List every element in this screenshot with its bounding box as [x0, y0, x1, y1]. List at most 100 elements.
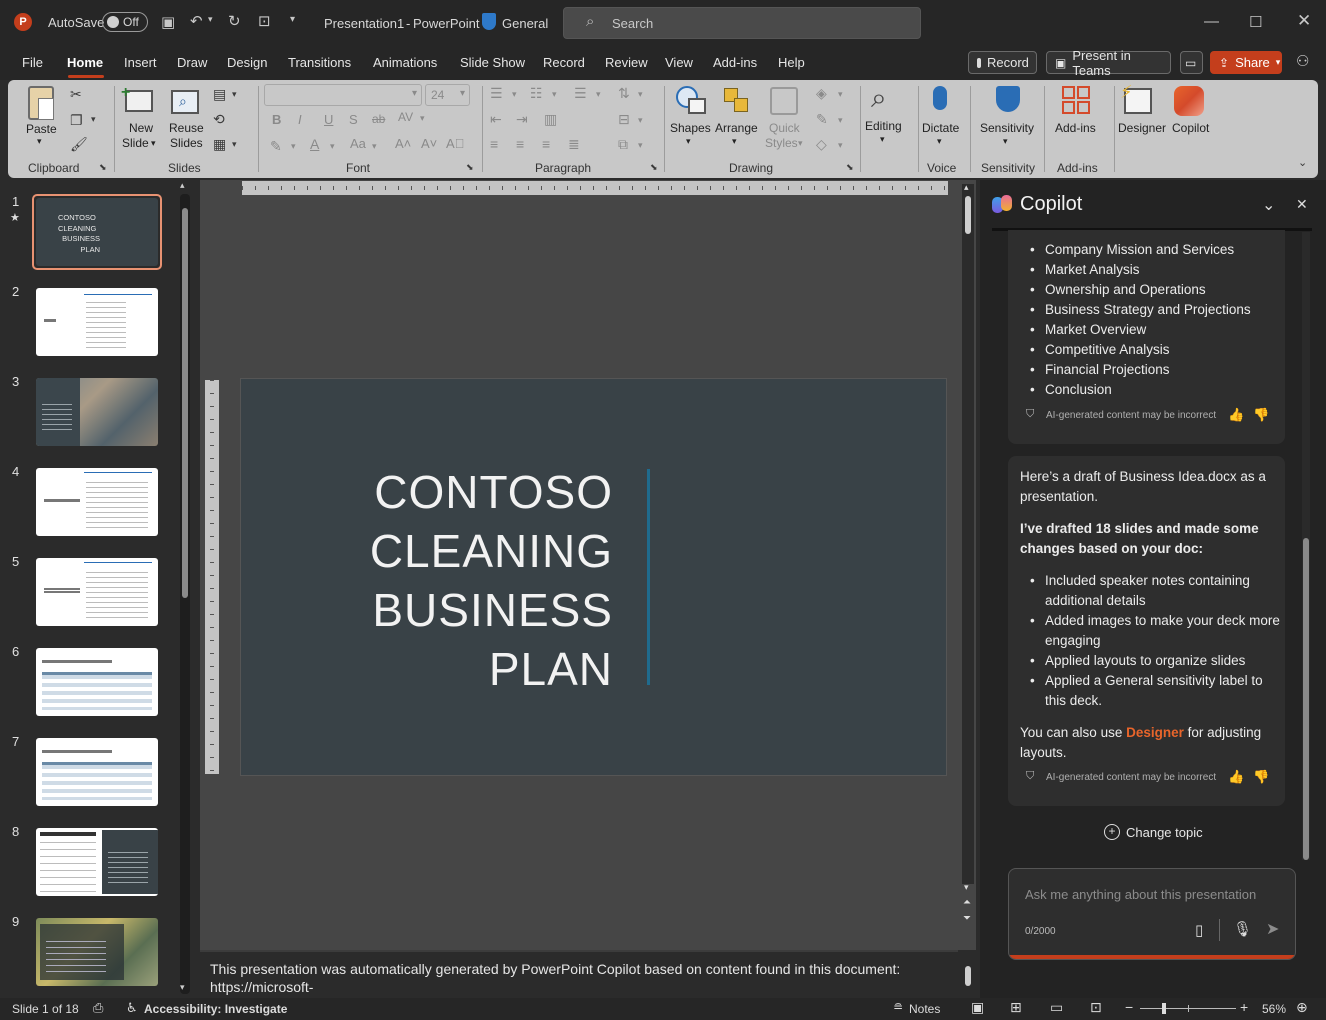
slide-canvas[interactable]: CONTOSO CLEANING BUSINESS PLAN: [240, 378, 947, 776]
accessibility-status[interactable]: Accessibility: Investigate: [144, 1002, 287, 1016]
bullets-dropdown-icon[interactable]: ▾: [512, 89, 517, 100]
slideshow-icon[interactable]: ⊡: [1090, 999, 1102, 1016]
smartart-dropdown-icon[interactable]: ▾: [638, 140, 643, 151]
bullets-icon[interactable]: ☰: [490, 85, 503, 102]
share-button[interactable]: ⇪ Share ▾: [1210, 51, 1282, 74]
reuse-slides-label-1[interactable]: Reuse: [169, 121, 204, 135]
paste-button[interactable]: Paste: [26, 122, 57, 136]
copilot-scrollbar-thumb[interactable]: [1303, 538, 1309, 860]
sensitivity-label[interactable]: Sensitivity: [980, 121, 1034, 135]
editing-dropdown-icon[interactable]: ▾: [880, 134, 885, 145]
menu-animations[interactable]: Animations: [373, 55, 437, 70]
close-window-icon[interactable]: ✕: [1297, 11, 1311, 31]
thumbs-up-icon[interactable]: 👍: [1228, 407, 1244, 423]
menu-add-ins[interactable]: Add-ins: [713, 55, 757, 70]
font-size-select[interactable]: 24 ▾: [425, 84, 470, 106]
reading-view-icon[interactable]: ▭: [1050, 999, 1063, 1016]
shield-icon[interactable]: [482, 13, 496, 30]
change-case-dropdown-icon[interactable]: ▾: [372, 141, 377, 152]
designer-link[interactable]: Designer: [1126, 725, 1184, 740]
layout-dropdown-icon[interactable]: ▾: [232, 89, 237, 100]
dictate-dropdown-icon[interactable]: ▾: [937, 136, 942, 147]
thumbnail-3[interactable]: [36, 378, 158, 446]
change-topic-button[interactable]: + Change topic: [1104, 824, 1203, 840]
sensitivity-dropdown-icon[interactable]: ▾: [1003, 136, 1008, 147]
numbering-dropdown-icon[interactable]: ▾: [552, 89, 557, 100]
thumbs-down-icon[interactable]: 👎: [1253, 407, 1269, 423]
zoom-in-icon[interactable]: +: [1240, 999, 1248, 1015]
main-scrollbar-thumb[interactable]: [965, 196, 971, 234]
minimize-icon[interactable]: —: [1204, 13, 1219, 30]
thumbnail-4[interactable]: [36, 468, 158, 536]
character-spacing-icon[interactable]: AV: [398, 110, 413, 124]
previous-slide-icon[interactable]: ⏶: [963, 897, 971, 908]
increase-font-icon[interactable]: A˄: [395, 136, 411, 151]
scroll-down-icon[interactable]: ▾: [180, 982, 185, 993]
close-pane-icon[interactable]: ✕: [1296, 196, 1308, 213]
scroll-down-icon[interactable]: ▾: [964, 882, 969, 893]
thumbnail-9[interactable]: [36, 918, 158, 986]
smartart-icon[interactable]: ⧉: [618, 136, 628, 153]
thumbs-down-icon[interactable]: 👎: [1253, 769, 1269, 785]
align-right-icon[interactable]: ≡: [542, 136, 550, 152]
speaker-notes-text[interactable]: This presentation was automatically gene…: [210, 960, 950, 996]
quick-styles-dropdown-icon[interactable]: ▾: [798, 138, 803, 149]
send-icon[interactable]: ➤: [1266, 919, 1279, 939]
sensitivity-label[interactable]: General: [502, 16, 548, 31]
thumbnail-7[interactable]: [36, 738, 158, 806]
shape-outline-dropdown-icon[interactable]: ▾: [838, 115, 843, 126]
font-color-dropdown-icon[interactable]: ▾: [330, 141, 335, 152]
numbering-icon[interactable]: ☷: [530, 85, 543, 102]
accessibility-icon[interactable]: ♿: [126, 1000, 138, 1016]
shape-effects-icon[interactable]: ◇: [816, 136, 827, 153]
collapse-ribbon-icon[interactable]: ⌄: [1298, 156, 1307, 169]
autosave-toggle[interactable]: Off: [102, 12, 148, 32]
zoom-out-icon[interactable]: −: [1125, 999, 1133, 1015]
new-slide-dropdown-icon[interactable]: ▾: [151, 138, 156, 149]
scroll-up-icon[interactable]: ▴: [180, 180, 185, 191]
text-direction-dropdown-icon[interactable]: ▾: [638, 89, 643, 100]
copy-icon[interactable]: ❐: [70, 112, 83, 129]
notes-scrollbar-thumb[interactable]: [965, 966, 971, 986]
copilot-scrollbar[interactable]: [1302, 232, 1310, 860]
menu-slide-show[interactable]: Slide Show: [460, 55, 525, 70]
change-case-icon[interactable]: Aa: [350, 136, 366, 151]
present-in-teams-button[interactable]: ▣ Present in Teams: [1046, 48, 1171, 78]
scroll-up-icon[interactable]: ▴: [964, 182, 969, 193]
line-spacing-dropdown-icon[interactable]: ▾: [596, 89, 601, 100]
menu-home[interactable]: Home: [67, 55, 103, 70]
sensitivity-icon[interactable]: [996, 86, 1020, 112]
menu-insert[interactable]: Insert: [124, 55, 157, 70]
redo-icon[interactable]: ↻: [228, 12, 241, 30]
copilot-input-box[interactable]: Ask me anything about this presentation …: [1008, 868, 1296, 960]
decrease-indent-icon[interactable]: ⇤: [490, 111, 502, 128]
new-slide-label-2[interactable]: Slide: [122, 136, 149, 150]
menu-file[interactable]: File: [22, 55, 43, 70]
menu-draw[interactable]: Draw: [177, 55, 207, 70]
cut-icon[interactable]: ✂: [70, 86, 82, 103]
increase-indent-icon[interactable]: ⇥: [516, 111, 528, 128]
microphone-icon[interactable]: [933, 86, 947, 110]
shapes-dropdown-icon[interactable]: ▾: [686, 136, 691, 147]
layout-icon[interactable]: ▤: [213, 86, 226, 103]
microphone-icon[interactable]: 🎙: [1233, 920, 1252, 938]
add-ins-icon[interactable]: [1062, 86, 1090, 114]
zoom-slider[interactable]: [1140, 1003, 1236, 1014]
undo-icon[interactable]: ↶: [190, 12, 203, 30]
zoom-level[interactable]: 56%: [1262, 1002, 1286, 1016]
slide-counter[interactable]: Slide 1 of 18: [12, 1002, 79, 1016]
shape-fill-icon[interactable]: ◈: [816, 85, 827, 102]
clipboard-launcher-icon[interactable]: ⬊: [99, 162, 107, 173]
strikethrough-icon[interactable]: ab: [372, 112, 385, 126]
collapse-pane-icon[interactable]: ⌄: [1262, 195, 1275, 215]
font-color-icon[interactable]: A: [310, 136, 319, 152]
menu-transitions[interactable]: Transitions: [288, 55, 351, 70]
slide-title[interactable]: CONTOSO CLEANING BUSINESS PLAN: [341, 463, 613, 699]
dictate-label[interactable]: Dictate: [922, 121, 959, 135]
shapes-label[interactable]: Shapes: [670, 121, 711, 135]
font-launcher-icon[interactable]: ⬊: [466, 162, 474, 173]
shape-effects-dropdown-icon[interactable]: ▾: [838, 140, 843, 151]
notes-icon[interactable]: ≘: [893, 1000, 903, 1014]
thumbnail-scrollbar[interactable]: [180, 194, 190, 994]
text-direction-icon[interactable]: ⇅: [618, 85, 630, 102]
